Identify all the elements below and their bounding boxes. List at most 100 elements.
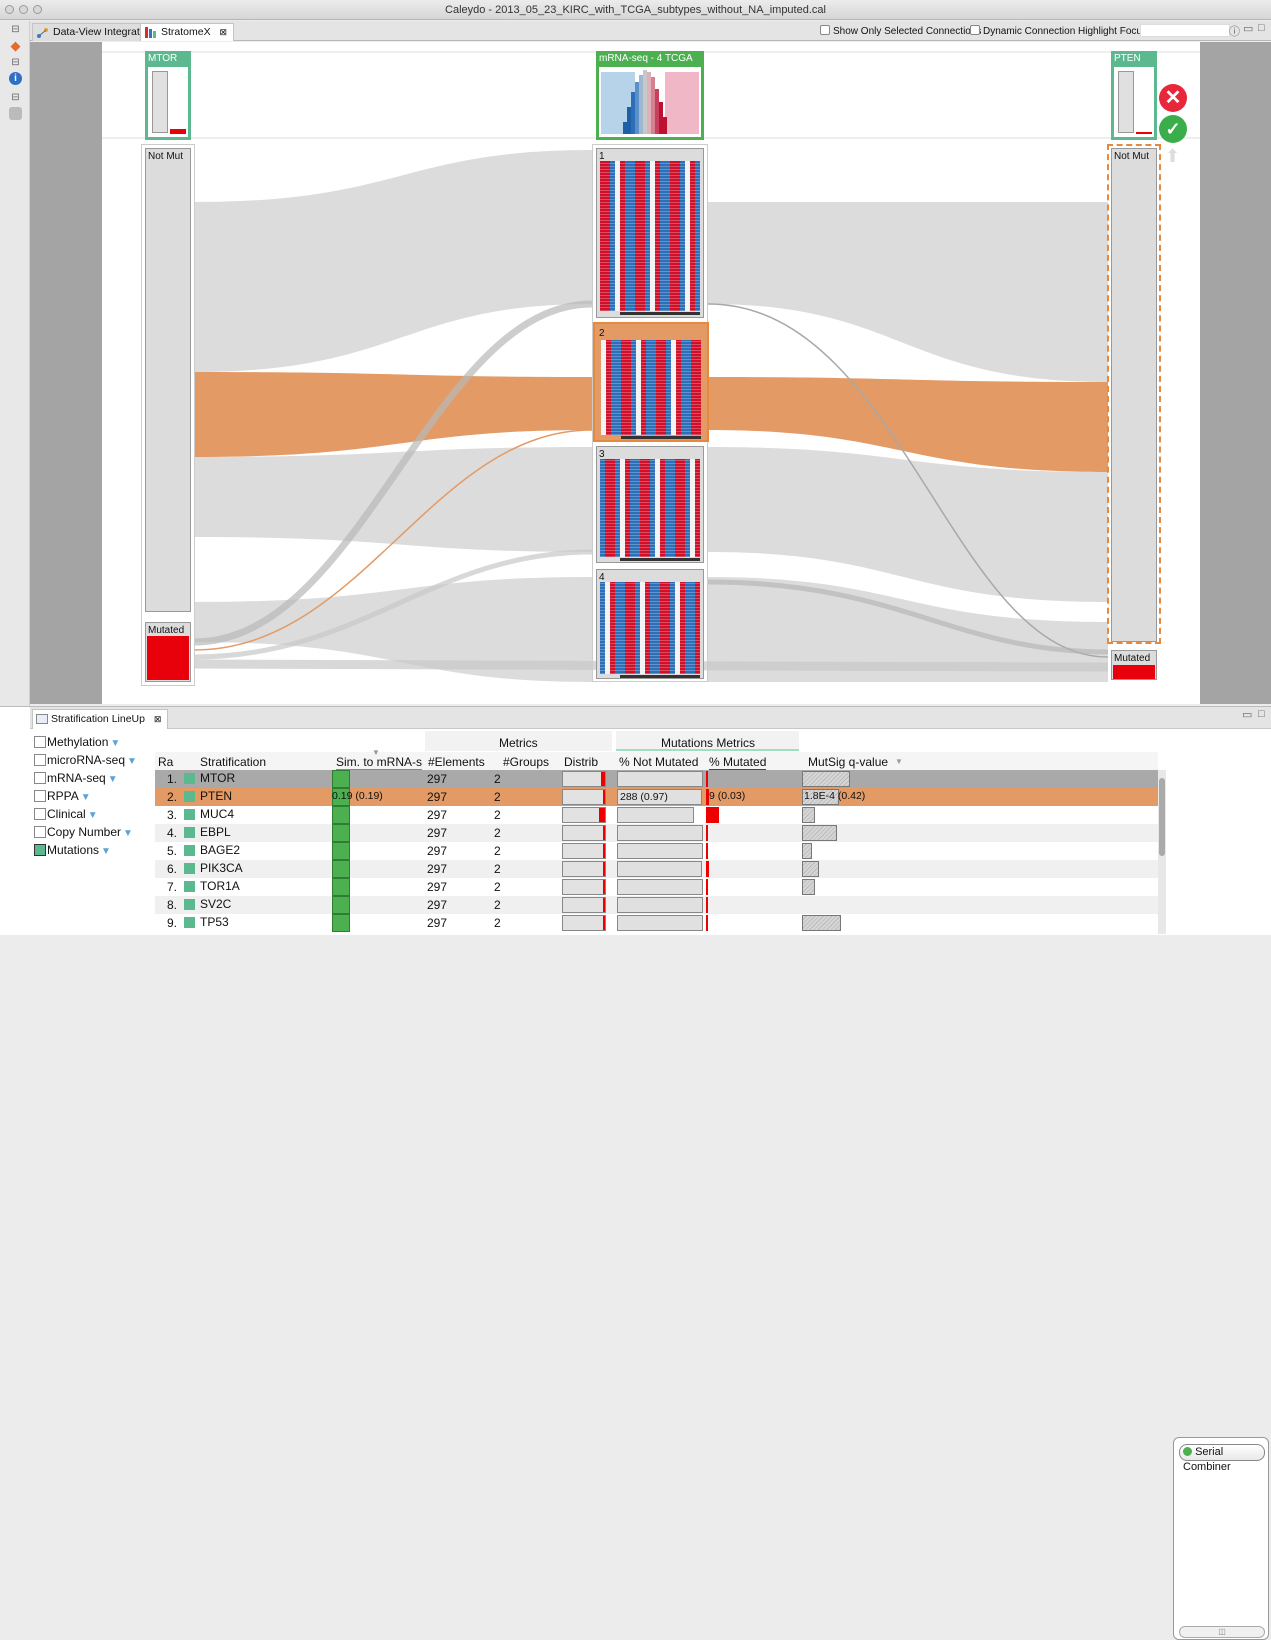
minimize-view-icon[interactable]: ▭: [1242, 708, 1252, 721]
group-brick-not-mutated[interactable]: Not Mut: [1111, 148, 1157, 642]
dataset-filter-item[interactable]: Methylation ▼: [34, 735, 120, 749]
checkbox-icon[interactable]: [34, 826, 46, 838]
checkbox-icon[interactable]: [34, 790, 46, 802]
checkbox-icon[interactable]: [34, 844, 46, 856]
column-title-mtor[interactable]: MTOR: [145, 51, 191, 65]
scrollbar[interactable]: [1158, 770, 1166, 934]
dataset-filter-item[interactable]: mRNA-seq ▼: [34, 771, 118, 785]
tab-close-icon[interactable]: ⊠: [220, 27, 228, 37]
checkbox-icon[interactable]: [34, 772, 46, 784]
dynamic-highlight-toggle[interactable]: Dynamic Connection Highlight Focus: [970, 25, 1147, 37]
group-brick-mutated[interactable]: Mutated: [1111, 650, 1157, 680]
filter-icon[interactable]: ▼: [110, 738, 120, 749]
tab-data-view-integrator[interactable]: Data-View Integrator: [32, 23, 157, 41]
dataset-filter-item[interactable]: Mutations ▼: [34, 843, 111, 857]
checkbox-icon[interactable]: [34, 808, 46, 820]
header-distribution[interactable]: Distrib: [564, 755, 598, 769]
table-row[interactable]: 8. SV2C 297 2: [155, 896, 1158, 914]
selected-ribbon[interactable]: [194, 372, 592, 457]
table-row[interactable]: 9. TP53 297 2: [155, 914, 1158, 932]
trash-icon[interactable]: ◫: [1179, 1626, 1265, 1638]
header-rank[interactable]: Ra: [158, 755, 173, 769]
minimize-icon[interactable]: ⊟: [9, 23, 22, 36]
checkbox-icon[interactable]: [820, 25, 830, 35]
minimize-icon[interactable]: ⊟: [9, 91, 22, 104]
maximize-view-icon[interactable]: □: [1258, 22, 1265, 34]
checkbox-icon[interactable]: [34, 736, 46, 748]
table-row[interactable]: 4. EBPL 297 2: [155, 824, 1158, 842]
remove-icon[interactable]: ✕: [1159, 84, 1187, 112]
ribbon[interactable]: [194, 447, 592, 552]
mtor-summary-brick[interactable]: [145, 64, 191, 140]
minimize-icon[interactable]: ⊟: [9, 56, 22, 69]
table-row[interactable]: 6. PIK3CA 297 2: [155, 860, 1158, 878]
sort-icon[interactable]: ▼: [895, 757, 903, 766]
header-elements[interactable]: #Elements: [428, 755, 485, 769]
similarity-bar: [332, 842, 350, 860]
arrow-up-icon[interactable]: ⬆: [1165, 146, 1180, 167]
filter-icon[interactable]: ▼: [88, 810, 98, 821]
table-row[interactable]: 2. PTEN 0.19 (0.19) 297 2 288 (0.97) 9 (0.03) 1…: [155, 788, 1158, 806]
header-stratification[interactable]: Stratification: [200, 755, 266, 769]
distribution-mutated-segment: [603, 862, 605, 876]
filter-icon[interactable]: ▼: [123, 828, 133, 839]
pten-summary-brick[interactable]: [1111, 64, 1157, 140]
ribbon[interactable]: [194, 150, 592, 372]
checkbox-icon[interactable]: [34, 754, 46, 766]
cluster-brick-3[interactable]: 3: [596, 446, 704, 563]
metrics-group-header: Metrics: [499, 736, 538, 750]
sort-desc-icon[interactable]: ▼: [372, 748, 380, 757]
dataset-filter-item[interactable]: RPPA ▼: [34, 789, 91, 803]
stratification-name: TP53: [200, 915, 229, 929]
serial-combiner-button[interactable]: Serial Combiner: [1179, 1444, 1265, 1473]
filter-icon[interactable]: ▼: [108, 774, 118, 785]
table-row[interactable]: 1. MTOR 297 2: [155, 770, 1158, 788]
show-selected-toggle[interactable]: Show Only Selected Connections: [820, 25, 981, 37]
editor-tabbar: Data-View Integrator StratomeX ⊠ Show On…: [30, 21, 1271, 41]
caleydo-logo-icon[interactable]: ◆: [9, 39, 22, 52]
distribution-mutated-segment: [603, 844, 605, 858]
mrna-histogram-brick[interactable]: [596, 64, 704, 140]
group-brick-mutated[interactable]: Mutated: [145, 622, 191, 682]
group-brick-not-mutated[interactable]: Not Mut: [145, 148, 191, 612]
help-icon[interactable]: ⓘ: [1229, 23, 1240, 39]
add-icon: [1183, 1447, 1192, 1456]
info-icon[interactable]: i: [9, 72, 22, 85]
header-not-mutated[interactable]: % Not Mutated: [619, 755, 698, 769]
header-groups[interactable]: #Groups: [503, 755, 549, 769]
filter-icon[interactable]: ▼: [101, 846, 111, 857]
cluster-brick-4[interactable]: 4: [596, 569, 704, 679]
dataset-filter-item[interactable]: microRNA-seq ▼: [34, 753, 137, 767]
database-icon[interactable]: [9, 107, 22, 120]
column-title-pten[interactable]: PTEN: [1111, 51, 1157, 65]
elements-cell: 297: [427, 880, 448, 894]
ribbon[interactable]: [708, 202, 1108, 382]
heatmap: [601, 340, 701, 439]
rank-cell: 1.: [166, 772, 177, 786]
tab-close-icon[interactable]: ⊠: [154, 714, 162, 724]
scrollbar-thumb[interactable]: [1159, 778, 1165, 856]
tab-stratification-lineup[interactable]: Stratification LineUp ⊠: [32, 709, 169, 729]
minimize-view-icon[interactable]: ▭: [1243, 22, 1253, 35]
dataset-filter-item[interactable]: Clinical ▼: [34, 807, 98, 821]
cluster-brick-1[interactable]: 1: [596, 148, 704, 318]
header-mutated[interactable]: % Mutated: [709, 755, 767, 771]
dataset-filter-item[interactable]: Copy Number ▼: [34, 825, 133, 839]
column-title-mrna[interactable]: mRNA-seq - 4 TCGA: [596, 51, 704, 65]
similarity-value: 0.19 (0.19): [332, 790, 383, 802]
confirm-icon[interactable]: ✓: [1159, 115, 1187, 143]
table-row[interactable]: 3. MUC4 297 2: [155, 806, 1158, 824]
filter-field[interactable]: [1140, 24, 1230, 37]
rank-cell: 5.: [166, 844, 177, 858]
table-row[interactable]: 5. BAGE2 297 2: [155, 842, 1158, 860]
stratomex-view: MTOR Not Mut Mutated mRNA-seq - 4 TCGA 1…: [30, 42, 1271, 704]
header-mutsig[interactable]: MutSig q-value: [808, 755, 888, 769]
filter-icon[interactable]: ▼: [127, 756, 137, 767]
cluster-brick-2-selected[interactable]: 2: [593, 322, 709, 442]
maximize-view-icon[interactable]: □: [1258, 708, 1265, 720]
checkbox-icon[interactable]: [970, 25, 980, 35]
table-row[interactable]: 7. TOR1A 297 2: [155, 878, 1158, 896]
header-similarity[interactable]: Sim. to mRNA-s: [336, 755, 423, 771]
filter-icon[interactable]: ▼: [81, 792, 91, 803]
tab-stratomex[interactable]: StratomeX ⊠: [140, 23, 235, 41]
